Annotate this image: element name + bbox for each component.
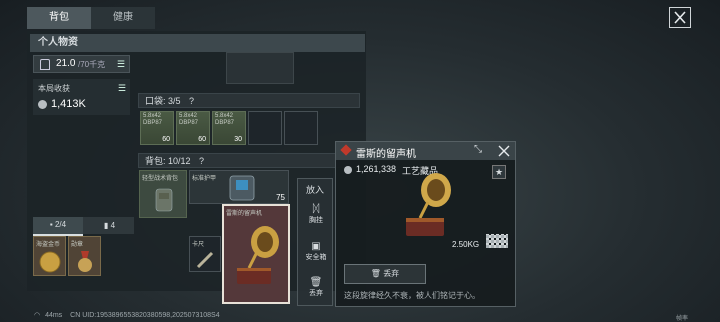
counter-a-value: 2/4 — [54, 220, 67, 229]
size-grid-icon — [486, 234, 508, 248]
close-button[interactable] — [669, 7, 691, 28]
personal-title: 个人物资 — [30, 34, 365, 52]
armor-label: 标准护甲 — [192, 176, 217, 182]
list-icon[interactable]: ☰ — [118, 83, 126, 94]
top-slot[interactable] — [226, 52, 294, 84]
tab-health[interactable]: 健康 — [91, 7, 155, 29]
detail-discard-label: 丢弃 — [383, 269, 400, 278]
ammo-count: 60 — [198, 136, 206, 143]
empty-slot[interactable] — [248, 111, 282, 145]
corner-label: 帧率 — [676, 316, 689, 322]
briefcase-icon: ▣ — [311, 241, 321, 252]
ping: 44ms — [45, 312, 63, 319]
backpack-header: 背包: 10/12 ? — [138, 153, 360, 168]
favorite-button[interactable]: ★ — [492, 165, 506, 179]
rarity-icon — [340, 144, 352, 156]
ammo-slot[interactable]: 5.8x42 DBP87 30 — [212, 111, 246, 145]
tab-backpack[interactable]: 背包 — [27, 7, 91, 29]
help-icon[interactable]: ? — [189, 96, 194, 106]
counter-a[interactable]: ▪ 2/4 — [33, 217, 83, 236]
card-slot[interactable]: 卡尺 — [189, 236, 221, 272]
item-detail-panel: 雷斯的留声机 ⤡ 1,261,338 工艺藏品 ★ 2.50KG 🗑 丢弃 这段… — [335, 141, 516, 307]
empty-slot[interactable] — [284, 111, 318, 145]
detail-title: 雷斯的留声机 — [356, 149, 416, 160]
gramophone-icon — [237, 226, 279, 284]
status-bar: ◠ 44ms CN UID:1953896553820380598,202507… — [34, 311, 434, 322]
gramophone-icon — [406, 173, 451, 236]
earnings-box: 本局收获 ☰ 1,413K — [33, 79, 130, 115]
earnings-value: 1,413K — [51, 98, 86, 110]
coin-icon — [39, 251, 61, 273]
ammo-slot[interactable]: 5.8x42 DBP87 60 — [176, 111, 210, 145]
close-icon[interactable] — [497, 144, 511, 158]
put-in-title: 放入 — [305, 185, 324, 195]
pocket-label: 口袋: 3/5 — [145, 96, 181, 106]
weight-cap: /70千克 — [78, 60, 106, 69]
list-icon[interactable]: ☰ — [117, 59, 125, 70]
earnings-label: 本局收获 — [38, 84, 70, 93]
tool-icon — [196, 251, 214, 269]
armor-slot[interactable]: 标准护甲 75 — [189, 170, 289, 204]
medal-slot[interactable]: 海盗金币 — [33, 236, 66, 276]
chest-rig-button[interactable]: ᛞ 胸挂 — [298, 203, 334, 225]
case-icon: ▮ — [103, 221, 109, 230]
close-icon — [674, 11, 686, 24]
gear-icon: ▪ — [49, 220, 53, 229]
counter-b-value: 4 — [110, 221, 116, 230]
counter-bar: ▪ 2/4 ▮ 4 — [33, 217, 134, 236]
detail-header: 雷斯的留声机 ⤡ — [336, 142, 515, 160]
trash-icon: 🗑 — [309, 277, 323, 288]
coin-icon — [38, 100, 47, 109]
gramophone-slot[interactable]: 雷斯的留声机 — [222, 204, 290, 304]
safe-box-label: 安全箱 — [305, 254, 327, 261]
gramophone-label: 雷斯的留声机 — [226, 211, 263, 217]
backpack-icon — [155, 188, 173, 212]
ammo-label: 5.8x42 DBP87 — [143, 113, 163, 126]
help-icon[interactable]: ? — [199, 156, 204, 166]
coin-icon — [344, 166, 352, 174]
trash-icon: 🗑 — [370, 269, 381, 278]
actions-panel: 放入 ᛞ 胸挂 ▣ 安全箱 🗑 丢弃 — [297, 178, 333, 306]
ammo-label: 5.8x42 DBP87 — [179, 113, 199, 126]
collapse-icon[interactable]: ⤡ — [474, 144, 482, 155]
medal-label: 海盗金币 — [36, 242, 61, 248]
uid: CN UID:1953896553820380598,2025073108S4 — [70, 312, 220, 319]
medal-label: 勋章 — [71, 242, 84, 248]
discard-label: 丢弃 — [309, 290, 323, 297]
detail-discard-button[interactable]: 🗑 丢弃 — [344, 264, 426, 284]
detail-weight: 2.50KG — [452, 240, 480, 249]
detail-price: 1,261,338 — [356, 164, 397, 174]
vest-icon: ᛞ — [312, 203, 320, 215]
backpack-slot[interactable]: 轻型战术背包 — [139, 170, 187, 218]
medal-slot[interactable]: 勋章 — [68, 236, 101, 276]
wifi-icon: ◠ — [34, 312, 41, 319]
counter-b[interactable]: ▮ 4 — [85, 217, 134, 234]
weight-box: 21.0 /70千克 ☰ — [33, 55, 130, 73]
ammo-label: 5.8x42 DBP87 — [215, 113, 235, 126]
ammo-count: 30 — [234, 136, 242, 143]
ammo-slot[interactable]: 5.8x42 DBP87 60 — [140, 111, 174, 145]
weight-value: 21.0 — [56, 58, 76, 69]
vest-label: 轻型战术背包 — [142, 176, 179, 182]
armor-icon — [229, 175, 255, 201]
safe-box-button[interactable]: ▣ 安全箱 — [298, 241, 334, 262]
ammo-count: 60 — [162, 136, 170, 143]
armor-value: 75 — [276, 193, 285, 202]
pocket-header: 口袋: 3/5 ? — [138, 93, 360, 108]
backpack-label: 背包: 10/12 — [145, 156, 191, 166]
detail-description: 这段旋律经久不衰，被人们铭记于心。 — [344, 291, 480, 300]
medal-icon — [78, 251, 92, 272]
chest-rig-label: 胸挂 — [309, 217, 323, 224]
weight-icon — [40, 59, 50, 70]
tab-bar: 背包 健康 — [27, 7, 155, 29]
discard-button[interactable]: 🗑 丢弃 — [298, 277, 334, 298]
